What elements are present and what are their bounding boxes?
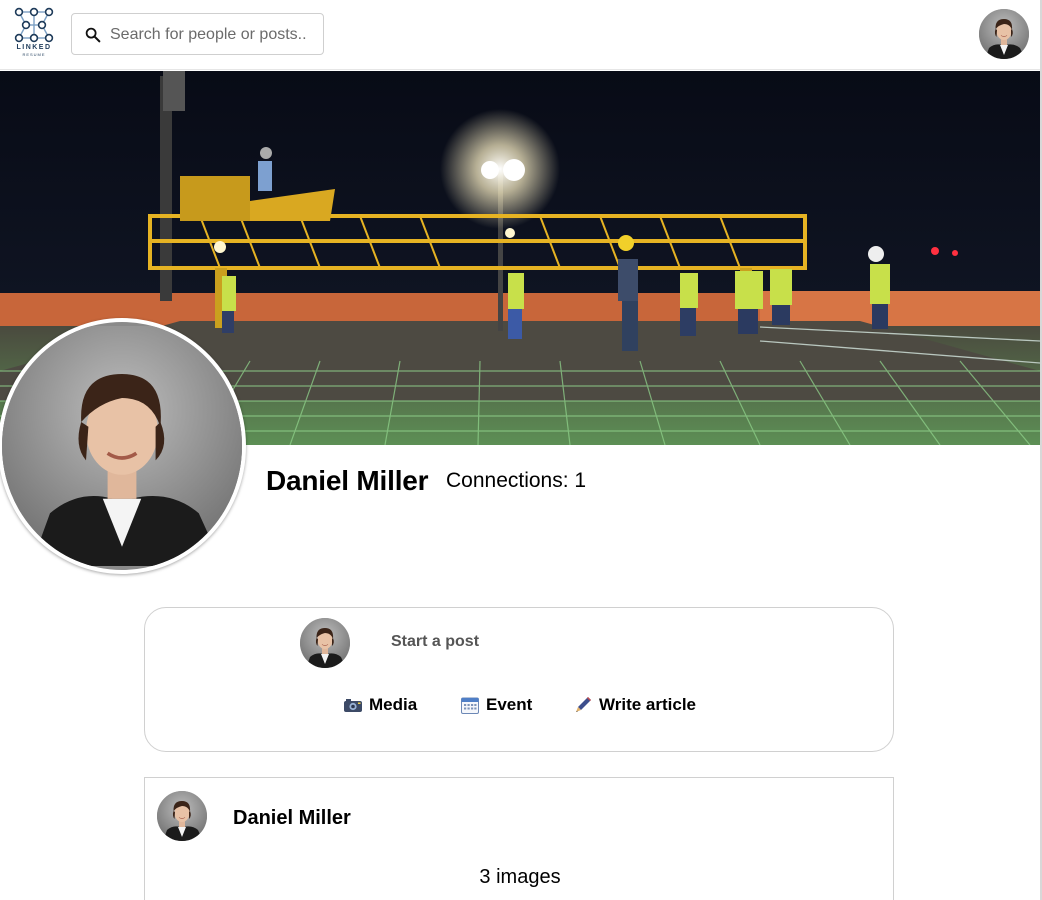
camera-icon <box>344 699 362 712</box>
logo[interactable]: LINKED RESUME <box>10 6 58 57</box>
write-article-button[interactable]: Write article <box>573 694 696 716</box>
search-box[interactable] <box>71 13 324 55</box>
logo-wordmark: LINKED <box>16 44 52 51</box>
profile-name: Daniel Miller <box>266 465 429 496</box>
post-author-name[interactable]: Daniel Miller <box>233 807 351 830</box>
post-card: Daniel Miller 3 images <box>144 777 894 900</box>
media-label: Media <box>369 695 418 714</box>
search-icon <box>85 27 101 43</box>
post-composer: Start a post Media Event Write article <box>144 607 894 752</box>
user-photo-icon <box>2 324 242 568</box>
connections-count[interactable]: Connections: 1 <box>446 469 586 493</box>
top-navigation: LINKED RESUME <box>0 0 1042 70</box>
search-input[interactable] <box>110 22 318 48</box>
user-avatar-icon <box>300 618 350 668</box>
post-images-label: 3 images <box>479 866 561 888</box>
user-avatar-icon <box>979 9 1029 59</box>
write-article-label: Write article <box>599 695 697 714</box>
media-button[interactable]: Media <box>343 694 417 716</box>
post-author-avatar[interactable] <box>157 791 207 841</box>
nav-profile-avatar[interactable] <box>979 9 1029 59</box>
composer-avatar <box>300 618 350 668</box>
profile-avatar[interactable] <box>0 318 246 574</box>
event-label: Event <box>486 695 533 714</box>
pen-icon <box>576 697 591 712</box>
logo-subtitle: RESUME <box>22 52 46 57</box>
user-avatar-icon <box>157 791 207 841</box>
logo-network-icon <box>14 7 54 43</box>
start-post-button[interactable]: Start a post <box>391 633 479 651</box>
calendar-icon <box>461 697 479 714</box>
event-button[interactable]: Event <box>460 694 532 716</box>
